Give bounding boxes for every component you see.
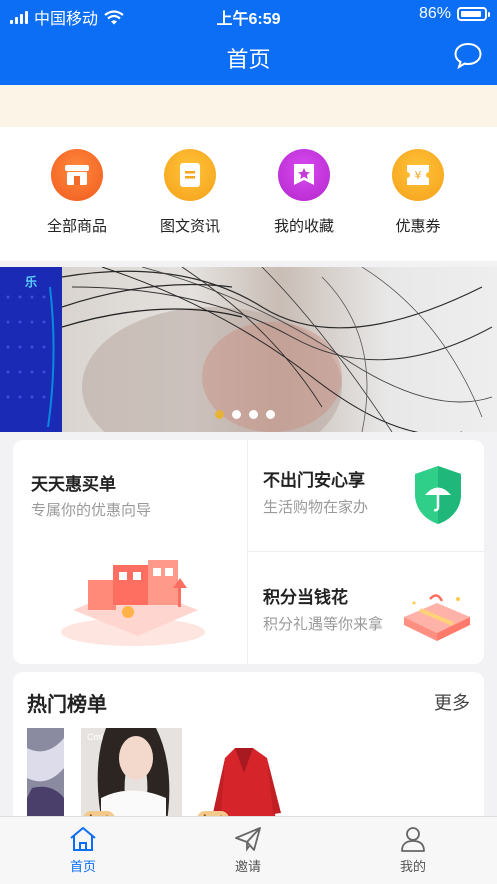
storefront-icon	[51, 149, 103, 201]
document-icon	[164, 149, 216, 201]
shopping-illustration-icon	[61, 560, 205, 646]
shield-umbrella-icon	[415, 466, 461, 524]
paper-plane-icon	[235, 827, 261, 852]
quick-link-coupons[interactable]: ¥ 优惠券	[363, 149, 473, 236]
banner-hair-image	[61, 267, 493, 432]
promo-title: 天天惠买单	[31, 475, 116, 494]
hot-item-thumbnail[interactable]: Cmi hot	[81, 728, 182, 828]
section-title: 热门榜单	[27, 694, 107, 716]
promo-title: 积分当钱花	[263, 588, 348, 607]
favorite-ribbon-icon	[278, 149, 330, 201]
carousel-dot[interactable]	[266, 410, 275, 419]
tab-bar: 首页 邀请 我的	[0, 816, 497, 884]
carousel-dot[interactable]	[215, 410, 224, 419]
battery-icon	[457, 7, 490, 21]
banner-image	[61, 267, 497, 432]
promo-daily-deal[interactable]: 天天惠买单 专属你的优惠向导	[13, 440, 247, 664]
promo-title: 不出门安心享	[263, 471, 365, 490]
battery-percent: 86%	[418, 5, 451, 22]
carousel-dot[interactable]	[232, 410, 241, 419]
promo-subtitle: 专属你的优惠向导	[31, 502, 152, 519]
status-bar: 中国移动 上午6:59 86%	[0, 0, 497, 30]
hot-item-thumbnail[interactable]	[27, 728, 64, 828]
tab-label: 我的	[399, 859, 426, 874]
battery-group: 86%	[418, 5, 490, 23]
page-title: 首页	[226, 47, 271, 72]
tab-profile[interactable]: 我的	[353, 825, 473, 875]
promo-stay-home[interactable]: 不出门安心享 生活购物在家办	[248, 440, 484, 551]
coupon-icon: ¥	[392, 149, 444, 201]
tab-invite[interactable]: 邀请	[188, 825, 308, 875]
carousel-dot[interactable]	[249, 410, 258, 419]
carousel-indicator[interactable]	[215, 410, 275, 419]
chat-bubble-icon[interactable]	[453, 41, 483, 69]
quick-links: 全部商品 图文资讯 我的收藏 ¥ 优惠券	[0, 127, 497, 261]
promo-panel: 天天惠买单 专属你的优惠向导 不出门安心享 生活购物在家办 积分当钱花 积分礼遇…	[13, 440, 484, 664]
notice-bar	[0, 85, 497, 127]
banner-side-panel: 乐	[0, 267, 62, 432]
quick-link-label: 我的收藏	[273, 218, 334, 235]
product-image	[27, 728, 64, 828]
svg-text:¥: ¥	[415, 169, 422, 182]
tab-label: 首页	[69, 859, 96, 874]
quick-link-label: 全部商品	[46, 218, 107, 235]
home-icon	[70, 827, 96, 851]
quick-link-all-products[interactable]: 全部商品	[22, 149, 132, 236]
quick-link-news[interactable]: 图文资讯	[135, 149, 245, 236]
hot-item-thumbnail[interactable]: hot	[195, 728, 296, 828]
banner-carousel[interactable]: 乐	[0, 267, 497, 432]
thumbnail-caption: Cmi	[87, 732, 103, 742]
promo-points[interactable]: 积分当钱花 积分礼遇等你来拿	[248, 551, 484, 664]
gift-box-icon	[404, 594, 470, 641]
quick-link-label: 图文资讯	[159, 218, 220, 235]
dot-pattern	[6, 286, 55, 428]
tab-home[interactable]: 首页	[23, 825, 143, 875]
more-link[interactable]: 更多	[434, 689, 470, 715]
promo-subtitle: 积分礼遇等你来拿	[263, 616, 384, 633]
quick-link-favorites[interactable]: 我的收藏	[249, 149, 359, 236]
user-icon	[401, 827, 425, 852]
promo-subtitle: 生活购物在家办	[263, 499, 369, 516]
tab-label: 邀请	[234, 859, 261, 874]
nav-bar: 首页	[0, 30, 497, 85]
hot-ranking-section: 热门榜单 更多 Cmi hot hot	[13, 672, 484, 832]
quick-link-label: 优惠券	[395, 218, 441, 235]
